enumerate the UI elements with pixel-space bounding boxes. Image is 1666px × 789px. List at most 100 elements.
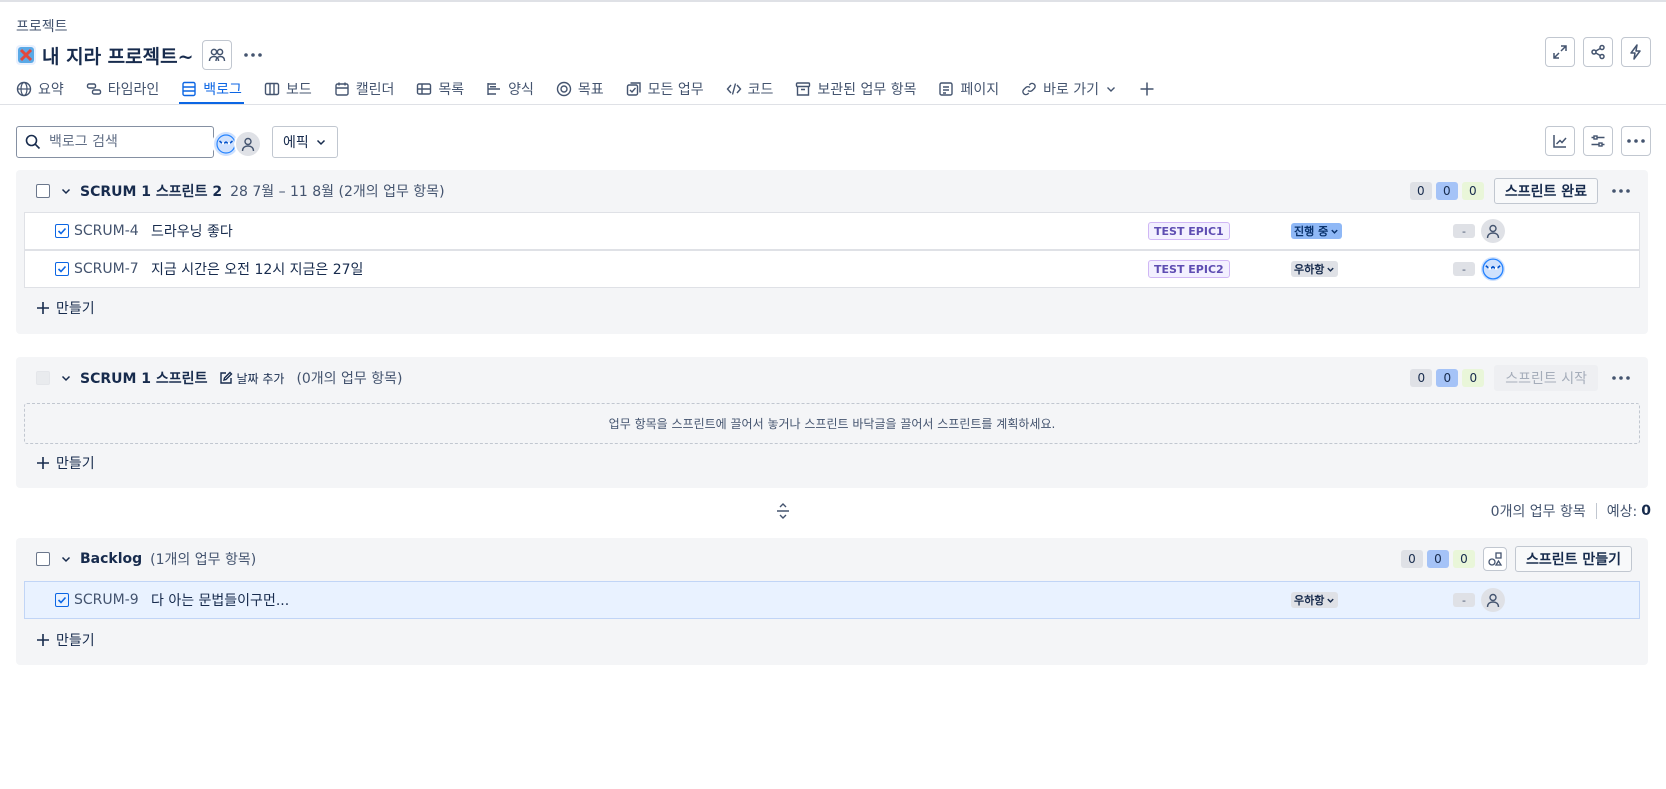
status-counts: 0 0 0	[1400, 550, 1475, 568]
tab-forms[interactable]: 양식	[486, 76, 534, 102]
code-icon	[726, 83, 742, 95]
status-dropdown[interactable]: 우하항	[1291, 592, 1339, 608]
add-tab-button[interactable]	[1139, 76, 1155, 102]
todo-count: 0	[1400, 550, 1423, 568]
tab-archived-items[interactable]: 보관된 업무 항목	[795, 76, 916, 102]
tab-divider	[0, 104, 1666, 105]
select-backlog-checkbox[interactable]	[36, 552, 50, 566]
tab-label: 백로그	[203, 82, 242, 98]
issue-summary[interactable]: 드라우닝 좋다	[151, 221, 233, 241]
issue-row[interactable]: SCRUM-7 지금 시간은 오전 12시 지금은 27일 TEST EPIC2…	[24, 250, 1640, 288]
status-dropdown[interactable]: 진행 중	[1291, 223, 1343, 239]
tab-code[interactable]: 코드	[726, 76, 773, 102]
create-issue-button[interactable]: 만들기	[36, 298, 95, 318]
view-settings-button[interactable]	[1583, 126, 1613, 156]
ellipsis-icon	[1627, 139, 1645, 143]
top-border	[0, 0, 1666, 2]
epic-lozenge[interactable]: TEST EPIC1	[1148, 222, 1230, 240]
issue-key[interactable]: SCRUM-4	[74, 223, 139, 239]
sprint-name[interactable]: SCRUM 1 스프린트 2	[80, 181, 222, 201]
people-icon	[208, 48, 225, 62]
epic-lozenge[interactable]: TEST EPIC2	[1148, 260, 1230, 278]
breadcrumb[interactable]: 프로젝트	[16, 16, 68, 36]
tab-label: 요약	[38, 82, 64, 98]
create-issue-button[interactable]: 만들기	[36, 453, 95, 473]
tab-pages[interactable]: 페이지	[938, 76, 999, 102]
issue-summary[interactable]: 지금 시간은 오전 12시 지금은 27일	[151, 259, 363, 279]
chevron-down-icon	[1327, 598, 1335, 603]
complete-sprint-button[interactable]: 스프린트 완료	[1493, 178, 1598, 204]
tab-label: 보관된 업무 항목	[817, 82, 917, 98]
calendar-icon	[335, 82, 349, 96]
chevron-down-icon[interactable]	[60, 185, 72, 197]
board-settings-button[interactable]	[1482, 547, 1507, 571]
owl-avatar-icon	[216, 134, 236, 154]
resize-handle[interactable]	[775, 503, 791, 523]
sprint-more-button[interactable]	[1608, 178, 1634, 204]
sprint-more-button[interactable]	[1608, 365, 1634, 391]
status-label: 진행 중	[1294, 225, 1329, 238]
epic-filter-label: 에픽	[283, 135, 309, 151]
status-counts: 0 0 0	[1410, 369, 1485, 387]
unassigned-avatar[interactable]	[234, 130, 262, 158]
plus-icon	[37, 457, 49, 469]
story-points[interactable]: -	[1453, 262, 1475, 276]
tab-backlog[interactable]: 백로그	[179, 76, 244, 104]
issue-summary[interactable]: 다 아는 문법들이구먼...	[151, 590, 289, 610]
tab-label: 바로 가기	[1043, 82, 1100, 98]
start-sprint-button[interactable]: 스프린트 시작	[1494, 365, 1598, 391]
globe-icon	[16, 81, 32, 97]
tab-timeline[interactable]: 타임라인	[86, 76, 159, 102]
chevron-down-icon[interactable]	[60, 553, 72, 565]
add-dates-button[interactable]: 날짜 추가	[219, 370, 284, 387]
team-button[interactable]	[201, 40, 232, 70]
backlog-name[interactable]: Backlog	[80, 551, 142, 567]
sprint-name[interactable]: SCRUM 1 스프린트	[80, 368, 207, 388]
create-sprint-button[interactable]: 스프린트 만들기	[1514, 546, 1632, 572]
empty-sprint-dropzone[interactable]: 업무 항목을 스프린트에 끌어서 놓거나 스프린트 바닥글을 끌어서 스프린트를…	[24, 403, 1640, 444]
tab-all-work[interactable]: 모든 업무	[626, 76, 704, 102]
create-issue-button[interactable]: 만들기	[36, 630, 95, 650]
tab-calendar[interactable]: 캘린더	[334, 76, 394, 102]
issue-row[interactable]: SCRUM-9 다 아는 문법들이구먼... 우하항 -	[24, 581, 1640, 619]
plus-icon	[37, 634, 49, 646]
epic-filter-button[interactable]: 에픽	[272, 126, 338, 158]
assignee-avatar[interactable]	[1481, 257, 1505, 281]
select-sprint-checkbox[interactable]	[36, 184, 50, 198]
status-dropdown[interactable]: 우하항	[1291, 261, 1339, 277]
assignee-avatar[interactable]	[1481, 588, 1505, 612]
tab-board[interactable]: 보드	[264, 76, 312, 102]
search-input[interactable]	[47, 133, 201, 151]
status-label: 우하항	[1294, 263, 1325, 276]
tab-summary[interactable]: 요약	[16, 76, 64, 102]
issue-count-text: 0개의 업무 항목	[1490, 504, 1586, 520]
project-header: 내 지라 프로젝트~	[16, 40, 268, 70]
fullscreen-button[interactable]	[1545, 37, 1575, 67]
status-label: 우하항	[1294, 594, 1325, 607]
header-actions	[1545, 37, 1651, 67]
automation-button[interactable]	[1621, 37, 1651, 67]
page-icon	[939, 82, 954, 96]
more-actions-button[interactable]	[238, 40, 268, 70]
estimate-label: 예상:	[1606, 504, 1638, 520]
backlog-search[interactable]	[16, 126, 214, 158]
status-counts: 0 0 0	[1409, 182, 1484, 200]
insights-button[interactable]	[1545, 126, 1575, 156]
story-points[interactable]: -	[1453, 224, 1475, 238]
select-sprint-checkbox[interactable]	[36, 371, 50, 385]
tab-shortcuts[interactable]: 바로 가기	[1021, 76, 1117, 102]
chevron-down-icon[interactable]	[60, 372, 72, 384]
assignee-avatar[interactable]	[1481, 219, 1505, 243]
more-backlog-actions-button[interactable]	[1621, 126, 1651, 156]
tab-label: 보드	[285, 82, 312, 98]
tab-list[interactable]: 목록	[416, 76, 464, 102]
issue-key[interactable]: SCRUM-9	[74, 592, 139, 608]
owl-avatar-icon	[1482, 258, 1504, 280]
issue-key[interactable]: SCRUM-7	[74, 261, 139, 277]
estimate-value: 0	[1641, 503, 1651, 519]
story-points[interactable]: -	[1453, 593, 1475, 607]
share-button[interactable]	[1583, 37, 1613, 67]
issue-row[interactable]: SCRUM-4 드라우닝 좋다 TEST EPIC1 진행 중 -	[24, 212, 1640, 250]
tab-goals[interactable]: 목표	[556, 76, 604, 102]
create-label: 만들기	[56, 301, 95, 317]
